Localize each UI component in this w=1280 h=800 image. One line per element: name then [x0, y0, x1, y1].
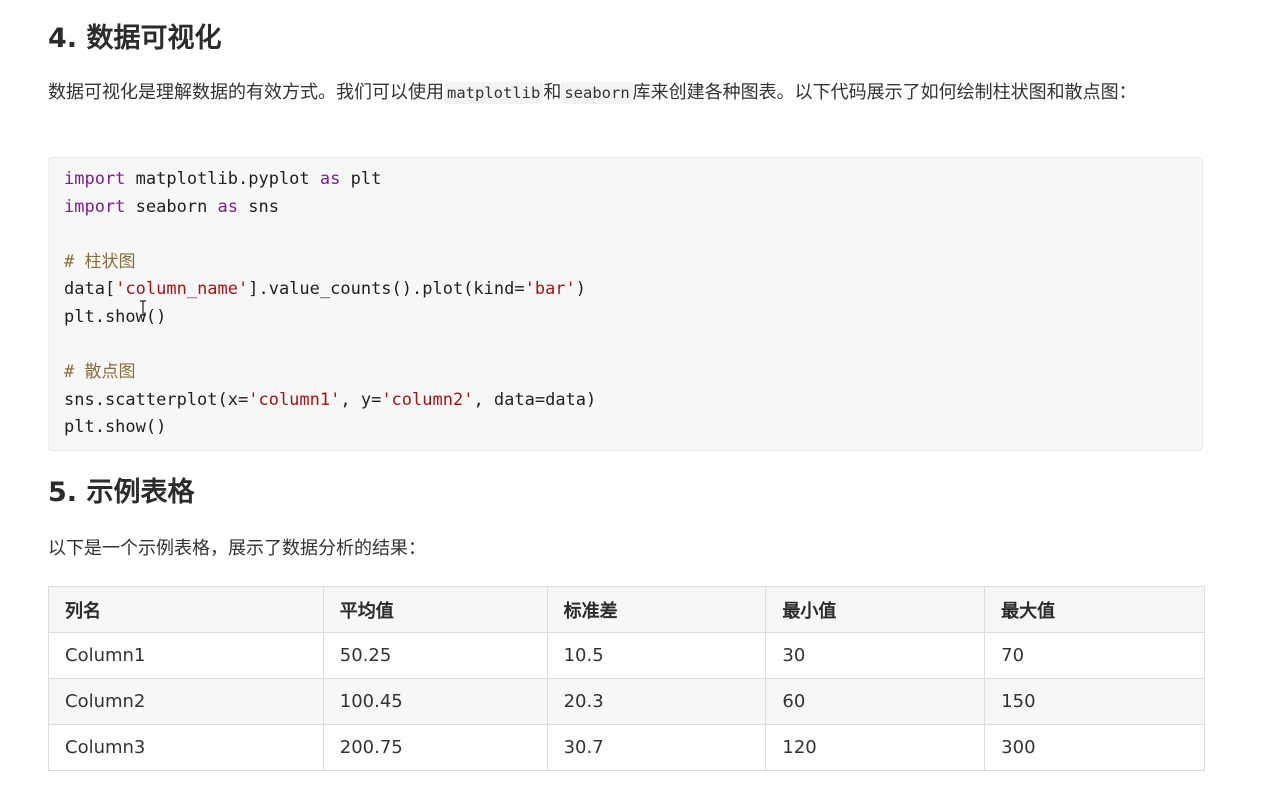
code-token: plt	[340, 169, 382, 189]
code-token: )	[575, 279, 587, 300]
code-keyword: import	[64, 169, 126, 189]
code-token: sns.scatterplot(x=	[64, 389, 249, 410]
column-header: 列名	[48, 586, 324, 633]
table-cell: 30.7	[546, 724, 767, 771]
code-block[interactable]: import matplotlib.pyplot as plt import s…	[48, 157, 1203, 451]
code-token: plt.show()	[64, 306, 167, 327]
paragraph-visualization-intro: 数据可视化是理解数据的有效方式。我们可以使用 matplotlib 和 seaborn…	[48, 76, 1198, 110]
paragraph-table-intro: 以下是一个示例表格，展示了数据分析的结果：	[48, 538, 426, 559]
code-token: , y=	[340, 389, 382, 410]
table-cell: 120	[765, 724, 986, 771]
table-cell: 150	[984, 678, 1205, 725]
table-row: Column3 200.75 30.7 120 300	[48, 724, 1205, 771]
table-cell: 200.75	[322, 724, 548, 771]
text-fragment: 库来创建各种图表。以下代码展示了如何绘制柱状图和散点图：	[632, 82, 1137, 103]
table-row: Column1 50.25 10.5 30 70	[48, 632, 1205, 679]
code-string: 'column2'	[381, 389, 474, 410]
table-cell: 60	[765, 678, 986, 725]
table-cell: 100.45	[322, 678, 548, 725]
code-token: plt.show()	[64, 417, 167, 438]
code-comment: # 散点图	[64, 362, 136, 383]
code-token: sns	[238, 196, 279, 217]
code-keyword: as	[319, 169, 341, 189]
results-table: 列名 平均值 标准差 最小值 最大值 Column1 50.25 10.5 30…	[48, 586, 1205, 771]
table-cell: 30	[765, 632, 986, 679]
table-cell: 50.25	[322, 632, 548, 679]
column-header: 平均值	[322, 586, 548, 633]
table-header-row: 列名 平均值 标准差 最小值 最大值	[48, 586, 1205, 633]
text-cursor-icon	[140, 300, 146, 316]
code-token: ].value_counts().plot(kind=	[248, 279, 525, 300]
code-token: , data=data)	[473, 389, 597, 410]
inline-code-seaborn: seaborn	[561, 82, 633, 104]
code-token: data[	[64, 279, 116, 300]
code-string: 'column1'	[248, 389, 341, 410]
heading-data-visualization: 4. 数据可视化	[48, 23, 222, 54]
table-row: Column2 100.45 20.3 60 150	[48, 678, 1205, 725]
table-cell: Column3	[48, 724, 324, 771]
code-string: 'bar'	[524, 279, 576, 300]
table-cell: 70	[984, 632, 1205, 679]
code-string: 'column_name'	[115, 279, 249, 300]
column-header: 最大值	[984, 586, 1205, 633]
code-comment: # 柱状图	[64, 251, 136, 272]
inline-code-matplotlib: matplotlib	[444, 82, 544, 104]
code-keyword: as	[217, 196, 239, 217]
text-fragment: 和	[543, 82, 562, 103]
table-cell: 300	[984, 724, 1205, 771]
table-cell: 10.5	[546, 632, 767, 679]
heading-sample-table: 5. 示例表格	[48, 477, 195, 508]
code-token: seaborn	[125, 196, 218, 217]
column-header: 标准差	[546, 586, 767, 633]
code-token: matplotlib.pyplot	[125, 169, 320, 189]
column-header: 最小值	[765, 586, 986, 633]
table-cell: Column2	[48, 678, 324, 725]
table-cell: Column1	[48, 632, 324, 679]
table-cell: 20.3	[546, 678, 767, 725]
code-keyword: import	[64, 196, 126, 217]
text-fragment: 数据可视化是理解数据的有效方式。我们可以使用	[48, 82, 444, 103]
